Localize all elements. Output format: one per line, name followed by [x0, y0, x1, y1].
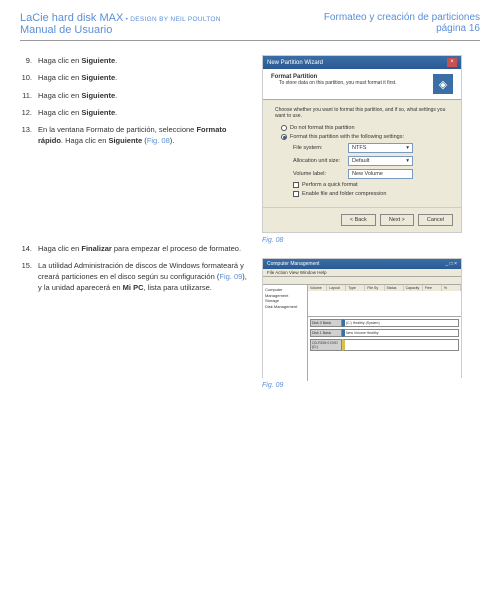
step-13: 13.En la ventana Formato de partición, s… — [20, 124, 250, 147]
checkbox-quick-format[interactable]: Perform a quick format — [293, 182, 449, 188]
disk-row: Disk 1 Basic New Volume Healthy — [310, 329, 459, 337]
figure-08-dialog: New Partition Wizard × Format Partition … — [262, 55, 462, 233]
dialog-subheading: To store data on this partition, you mus… — [271, 80, 397, 86]
dialog-body: Choose whether you want to format this p… — [263, 100, 461, 207]
radio-format[interactable]: Format this partition with the following… — [281, 134, 449, 140]
spacer — [20, 153, 250, 243]
mgmt-title: Computer Management — [267, 261, 320, 267]
step-12: 12.Haga clic en Siguiente. — [20, 107, 250, 118]
page-header: LaCie hard disk MAX • DESIGN BY NEIL POU… — [20, 12, 480, 41]
dialog-title: New Partition Wizard — [267, 60, 323, 66]
header-left: LaCie hard disk MAX • DESIGN BY NEIL POU… — [20, 12, 221, 36]
steps-list-top: 9.Haga clic en Siguiente. 10.Haga clic e… — [20, 55, 250, 147]
format-settings: File system: NTFS▾ Allocation unit size:… — [293, 143, 449, 197]
dialog-prompt: Choose whether you want to format this p… — [275, 107, 449, 119]
radio-icon-selected — [281, 134, 287, 140]
header-right: Formateo y creación de particiones págin… — [324, 12, 480, 36]
mgmt-body: Computer Management Storage Disk Managem… — [263, 285, 461, 381]
mgmt-titlebar: Computer Management _ □ × — [263, 259, 461, 269]
figure-09-window: Computer Management _ □ × File Action Vi… — [262, 258, 462, 378]
step-11: 11.Haga clic en Siguiente. — [20, 90, 250, 101]
checkbox-compression[interactable]: Enable file and folder compression — [293, 191, 449, 197]
left-column: 9.Haga clic en Siguiente. 10.Haga clic e… — [20, 55, 250, 403]
mgmt-menu[interactable]: File Action View Window Help — [263, 269, 461, 277]
back-button[interactable]: < Back — [341, 214, 376, 226]
figref-09: Fig. 09 — [219, 272, 242, 281]
chevron-down-icon: ▾ — [406, 158, 409, 164]
step-10: 10.Haga clic en Siguiente. — [20, 72, 250, 83]
figure-08-caption: Fig. 08 — [262, 237, 462, 244]
checkbox-icon — [293, 182, 299, 188]
table-header: VolumeLayoutTypeFile SyStatusCapacityFre… — [308, 285, 461, 291]
design-credit: • DESIGN BY NEIL POULTON — [126, 16, 221, 23]
dialog-buttons: < Back Next > Cancel — [263, 207, 461, 232]
next-button[interactable]: Next > — [380, 214, 414, 226]
disk-partition[interactable] — [342, 339, 459, 351]
disk-row: CD-ROM 0 DVD (D:) — [310, 339, 459, 351]
disk-row: Disk 0 Basic (C:) Healthy (System) — [310, 319, 459, 327]
step-9: 9.Haga clic en Siguiente. — [20, 55, 250, 66]
window-controls[interactable]: _ □ × — [446, 261, 458, 267]
mgmt-tree[interactable]: Computer Management Storage Disk Managem… — [263, 285, 308, 381]
disk-label: Disk 1 Basic — [310, 329, 342, 337]
row-filesystem: File system: NTFS▾ — [293, 143, 449, 153]
figref-08: Fig. 08 — [147, 136, 170, 145]
filesystem-select[interactable]: NTFS▾ — [348, 143, 413, 153]
disk-partition[interactable]: (C:) Healthy (System) — [342, 319, 459, 327]
mgmt-main: VolumeLayoutTypeFile SyStatusCapacityFre… — [308, 285, 461, 381]
close-icon[interactable]: × — [447, 58, 457, 67]
manual-title: Manual de Usuario — [20, 24, 221, 36]
allocation-select[interactable]: Default▾ — [348, 156, 413, 166]
step-15: 15.La utilidad Administración de discos … — [20, 260, 250, 294]
disk-label: CD-ROM 0 DVD (D:) — [310, 339, 342, 351]
row-allocation: Allocation unit size: Default▾ — [293, 156, 449, 166]
steps-list-bottom: 14.Haga clic en Finalizar para empezar e… — [20, 243, 250, 294]
volume-table: VolumeLayoutTypeFile SyStatusCapacityFre… — [308, 285, 461, 317]
disk-icon: ◈ — [433, 74, 453, 94]
dialog-header: Format Partition To store data on this p… — [263, 69, 461, 100]
dialog-titlebar: New Partition Wizard × — [263, 56, 461, 69]
disk-partition[interactable]: New Volume Healthy — [342, 329, 459, 337]
figure-09-caption: Fig. 09 — [262, 382, 462, 389]
content-columns: 9.Haga clic en Siguiente. 10.Haga clic e… — [20, 55, 480, 403]
row-volume-label: Volume label: New Volume — [293, 169, 449, 179]
mgmt-toolbar[interactable] — [263, 277, 461, 285]
section-title: Formateo y creación de particiones — [324, 12, 480, 23]
page-number: página 16 — [324, 23, 480, 34]
disk-graphical-view: Disk 0 Basic (C:) Healthy (System) Disk … — [308, 317, 461, 381]
checkbox-icon — [293, 191, 299, 197]
disk-label: Disk 0 Basic — [310, 319, 342, 327]
volume-label-input[interactable]: New Volume — [348, 169, 413, 179]
product-title: LaCie hard disk MAX — [20, 12, 123, 24]
chevron-down-icon: ▾ — [406, 145, 409, 151]
right-column: New Partition Wizard × Format Partition … — [262, 55, 462, 403]
step-14: 14.Haga clic en Finalizar para empezar e… — [20, 243, 250, 254]
radio-no-format[interactable]: Do not format this partition — [281, 125, 449, 131]
cancel-button[interactable]: Cancel — [418, 214, 453, 226]
radio-icon — [281, 125, 287, 131]
